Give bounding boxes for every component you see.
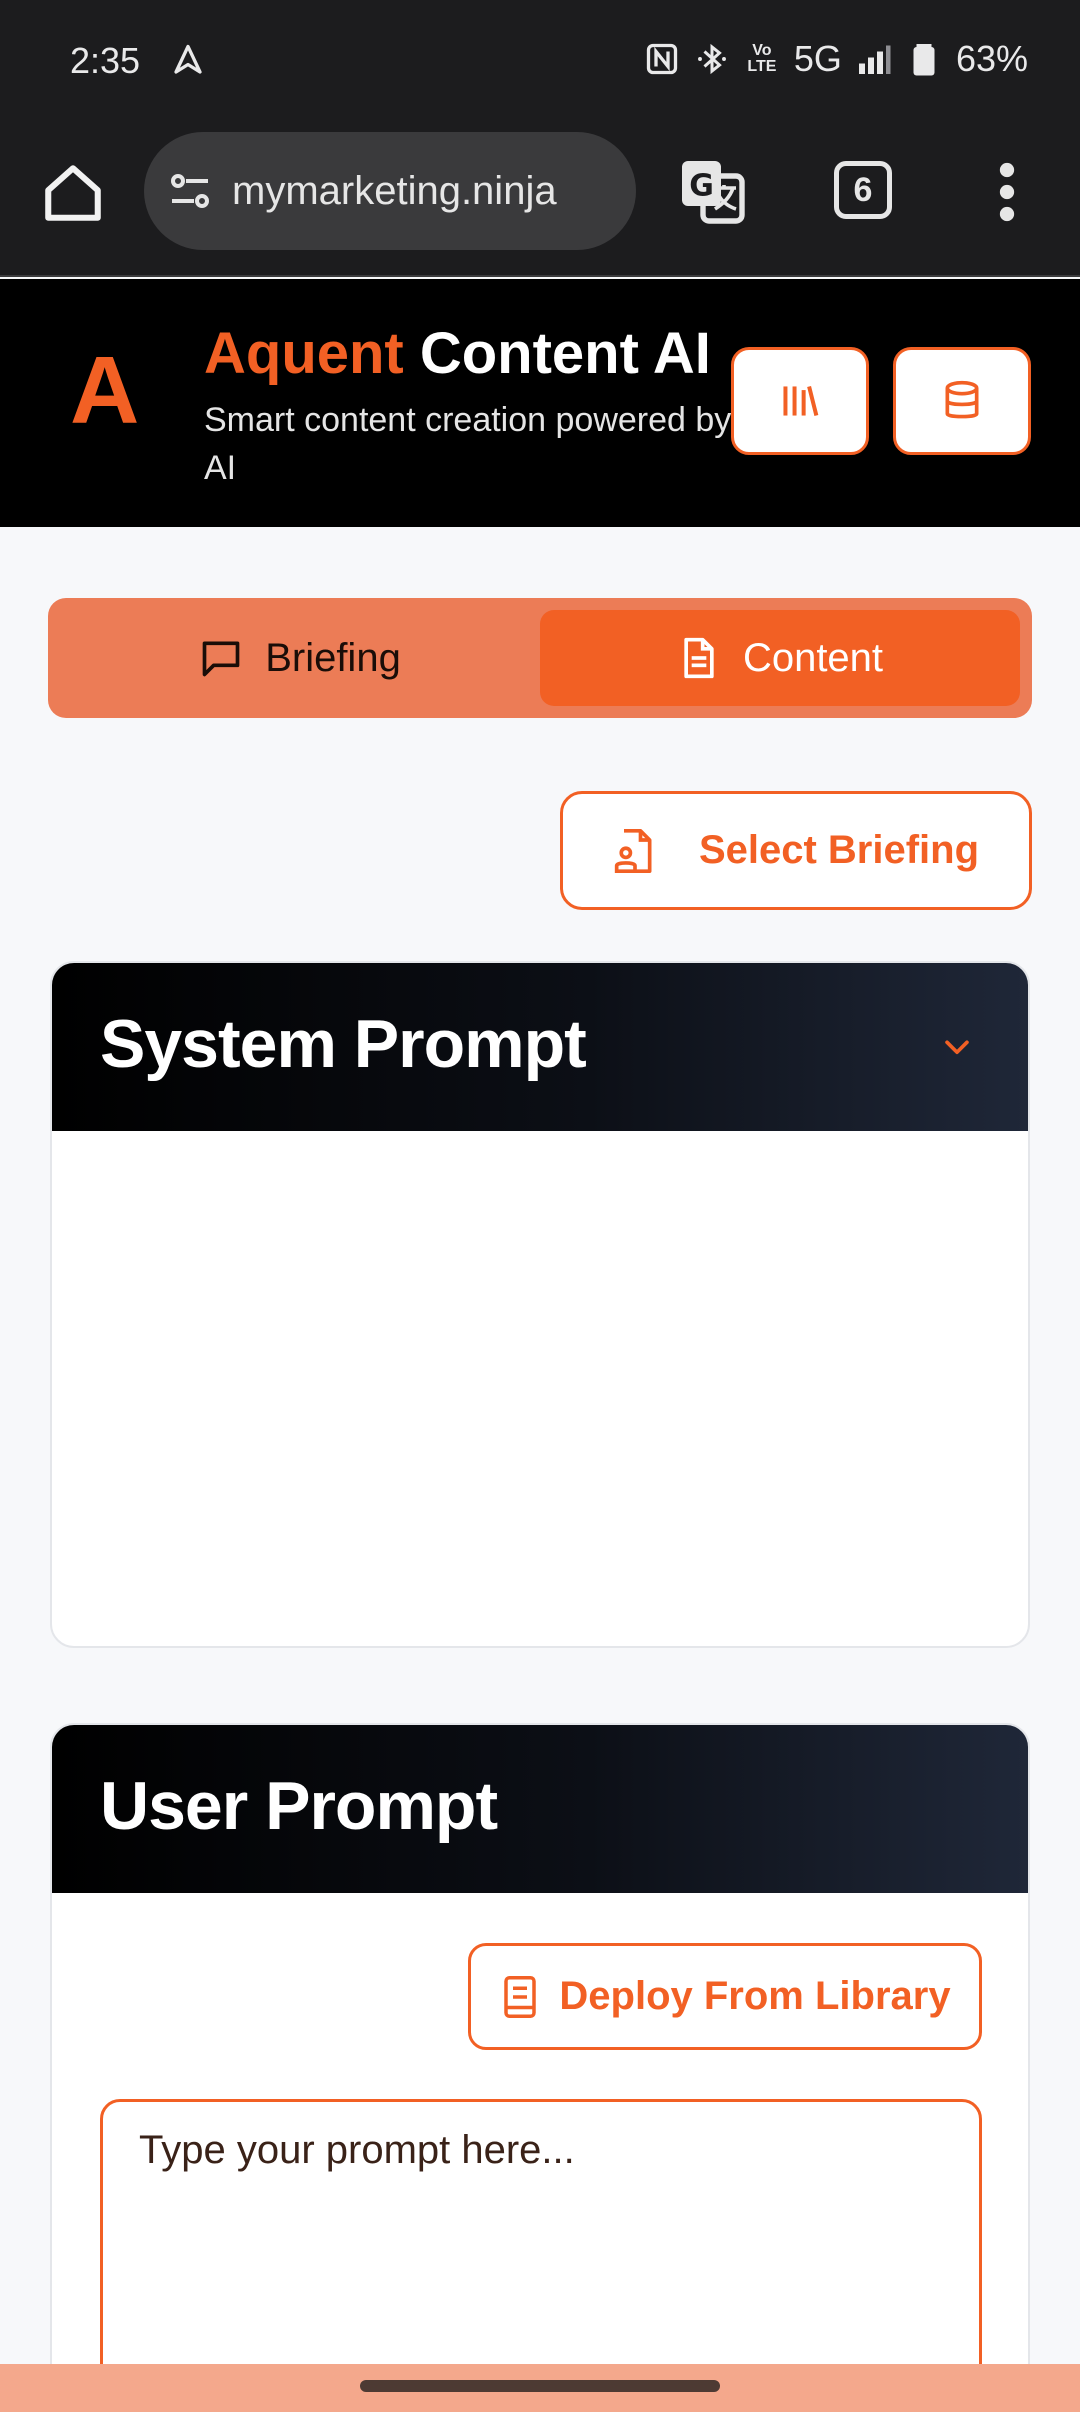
- home-icon[interactable]: [40, 160, 106, 226]
- app-subtitle: Smart content creation powered by AI: [204, 401, 732, 487]
- system-prompt-card: System Prompt: [50, 961, 1030, 1648]
- select-briefing-label: Select Briefing: [698, 828, 980, 872]
- app-title-brand: Aquent: [204, 321, 404, 386]
- library-button[interactable]: [731, 347, 869, 455]
- app-title: Aquent Content AI: [204, 320, 711, 387]
- mode-tabs: Briefing Content: [48, 598, 1032, 718]
- status-bar: 2:35 Vo LTE 5G 63%: [0, 0, 1080, 125]
- tab-briefing[interactable]: Briefing: [60, 610, 540, 706]
- url-text: mymarketing.ninja: [232, 168, 557, 213]
- database-button[interactable]: [893, 347, 1031, 455]
- battery-percent: 63%: [955, 38, 1028, 79]
- user-prompt-card: User Prompt Deploy From Library: [50, 1723, 1030, 2412]
- file-user-icon: [614, 828, 652, 873]
- chevron-down-icon[interactable]: [940, 1031, 974, 1065]
- browser-toolbar: mymarketing.ninja G 6: [0, 125, 1080, 277]
- gesture-navigation-bar: [0, 2364, 1080, 2412]
- app-title-rest: Content AI: [403, 321, 711, 386]
- user-prompt-title: User Prompt: [100, 1768, 498, 1844]
- book-icon: [504, 1975, 537, 2018]
- navigation-icon: [174, 44, 202, 74]
- chat-bubble-icon: [202, 641, 240, 677]
- app-logo: A: [70, 337, 140, 444]
- deploy-from-library-button[interactable]: Deploy From Library: [468, 1943, 982, 2050]
- translate-icon[interactable]: G: [676, 155, 748, 227]
- more-options-icon[interactable]: [990, 159, 1024, 225]
- address-bar[interactable]: mymarketing.ninja: [144, 132, 636, 250]
- bluetooth-icon: [697, 43, 726, 75]
- network-type: 5G: [793, 38, 842, 79]
- status-time: 2:35: [70, 40, 141, 81]
- battery-icon: [913, 44, 935, 76]
- gesture-handle[interactable]: [360, 2380, 720, 2392]
- document-icon: [684, 637, 714, 679]
- tab-content-label: Content: [742, 635, 884, 680]
- select-briefing-button[interactable]: Select Briefing: [560, 791, 1032, 910]
- tab-briefing-label: Briefing: [265, 635, 401, 680]
- deploy-from-library-label: Deploy From Library: [559, 1974, 951, 2018]
- signal-icon: [858, 45, 891, 74]
- status-icons: Vo LTE 5G 63%: [644, 38, 1028, 80]
- site-settings-icon[interactable]: [166, 167, 214, 215]
- tab-switcher-button[interactable]: 6: [834, 161, 892, 219]
- user-prompt-header: User Prompt: [52, 1725, 1028, 1893]
- svg-text:G: G: [689, 169, 714, 204]
- tab-content[interactable]: Content: [540, 610, 1020, 706]
- system-prompt-title: System Prompt: [100, 1006, 587, 1082]
- system-prompt-header[interactable]: System Prompt: [52, 963, 1028, 1131]
- volte-icon: Vo LTE: [747, 42, 777, 75]
- library-icon: [783, 385, 819, 417]
- nfc-icon: [646, 43, 678, 75]
- database-icon: [945, 380, 979, 419]
